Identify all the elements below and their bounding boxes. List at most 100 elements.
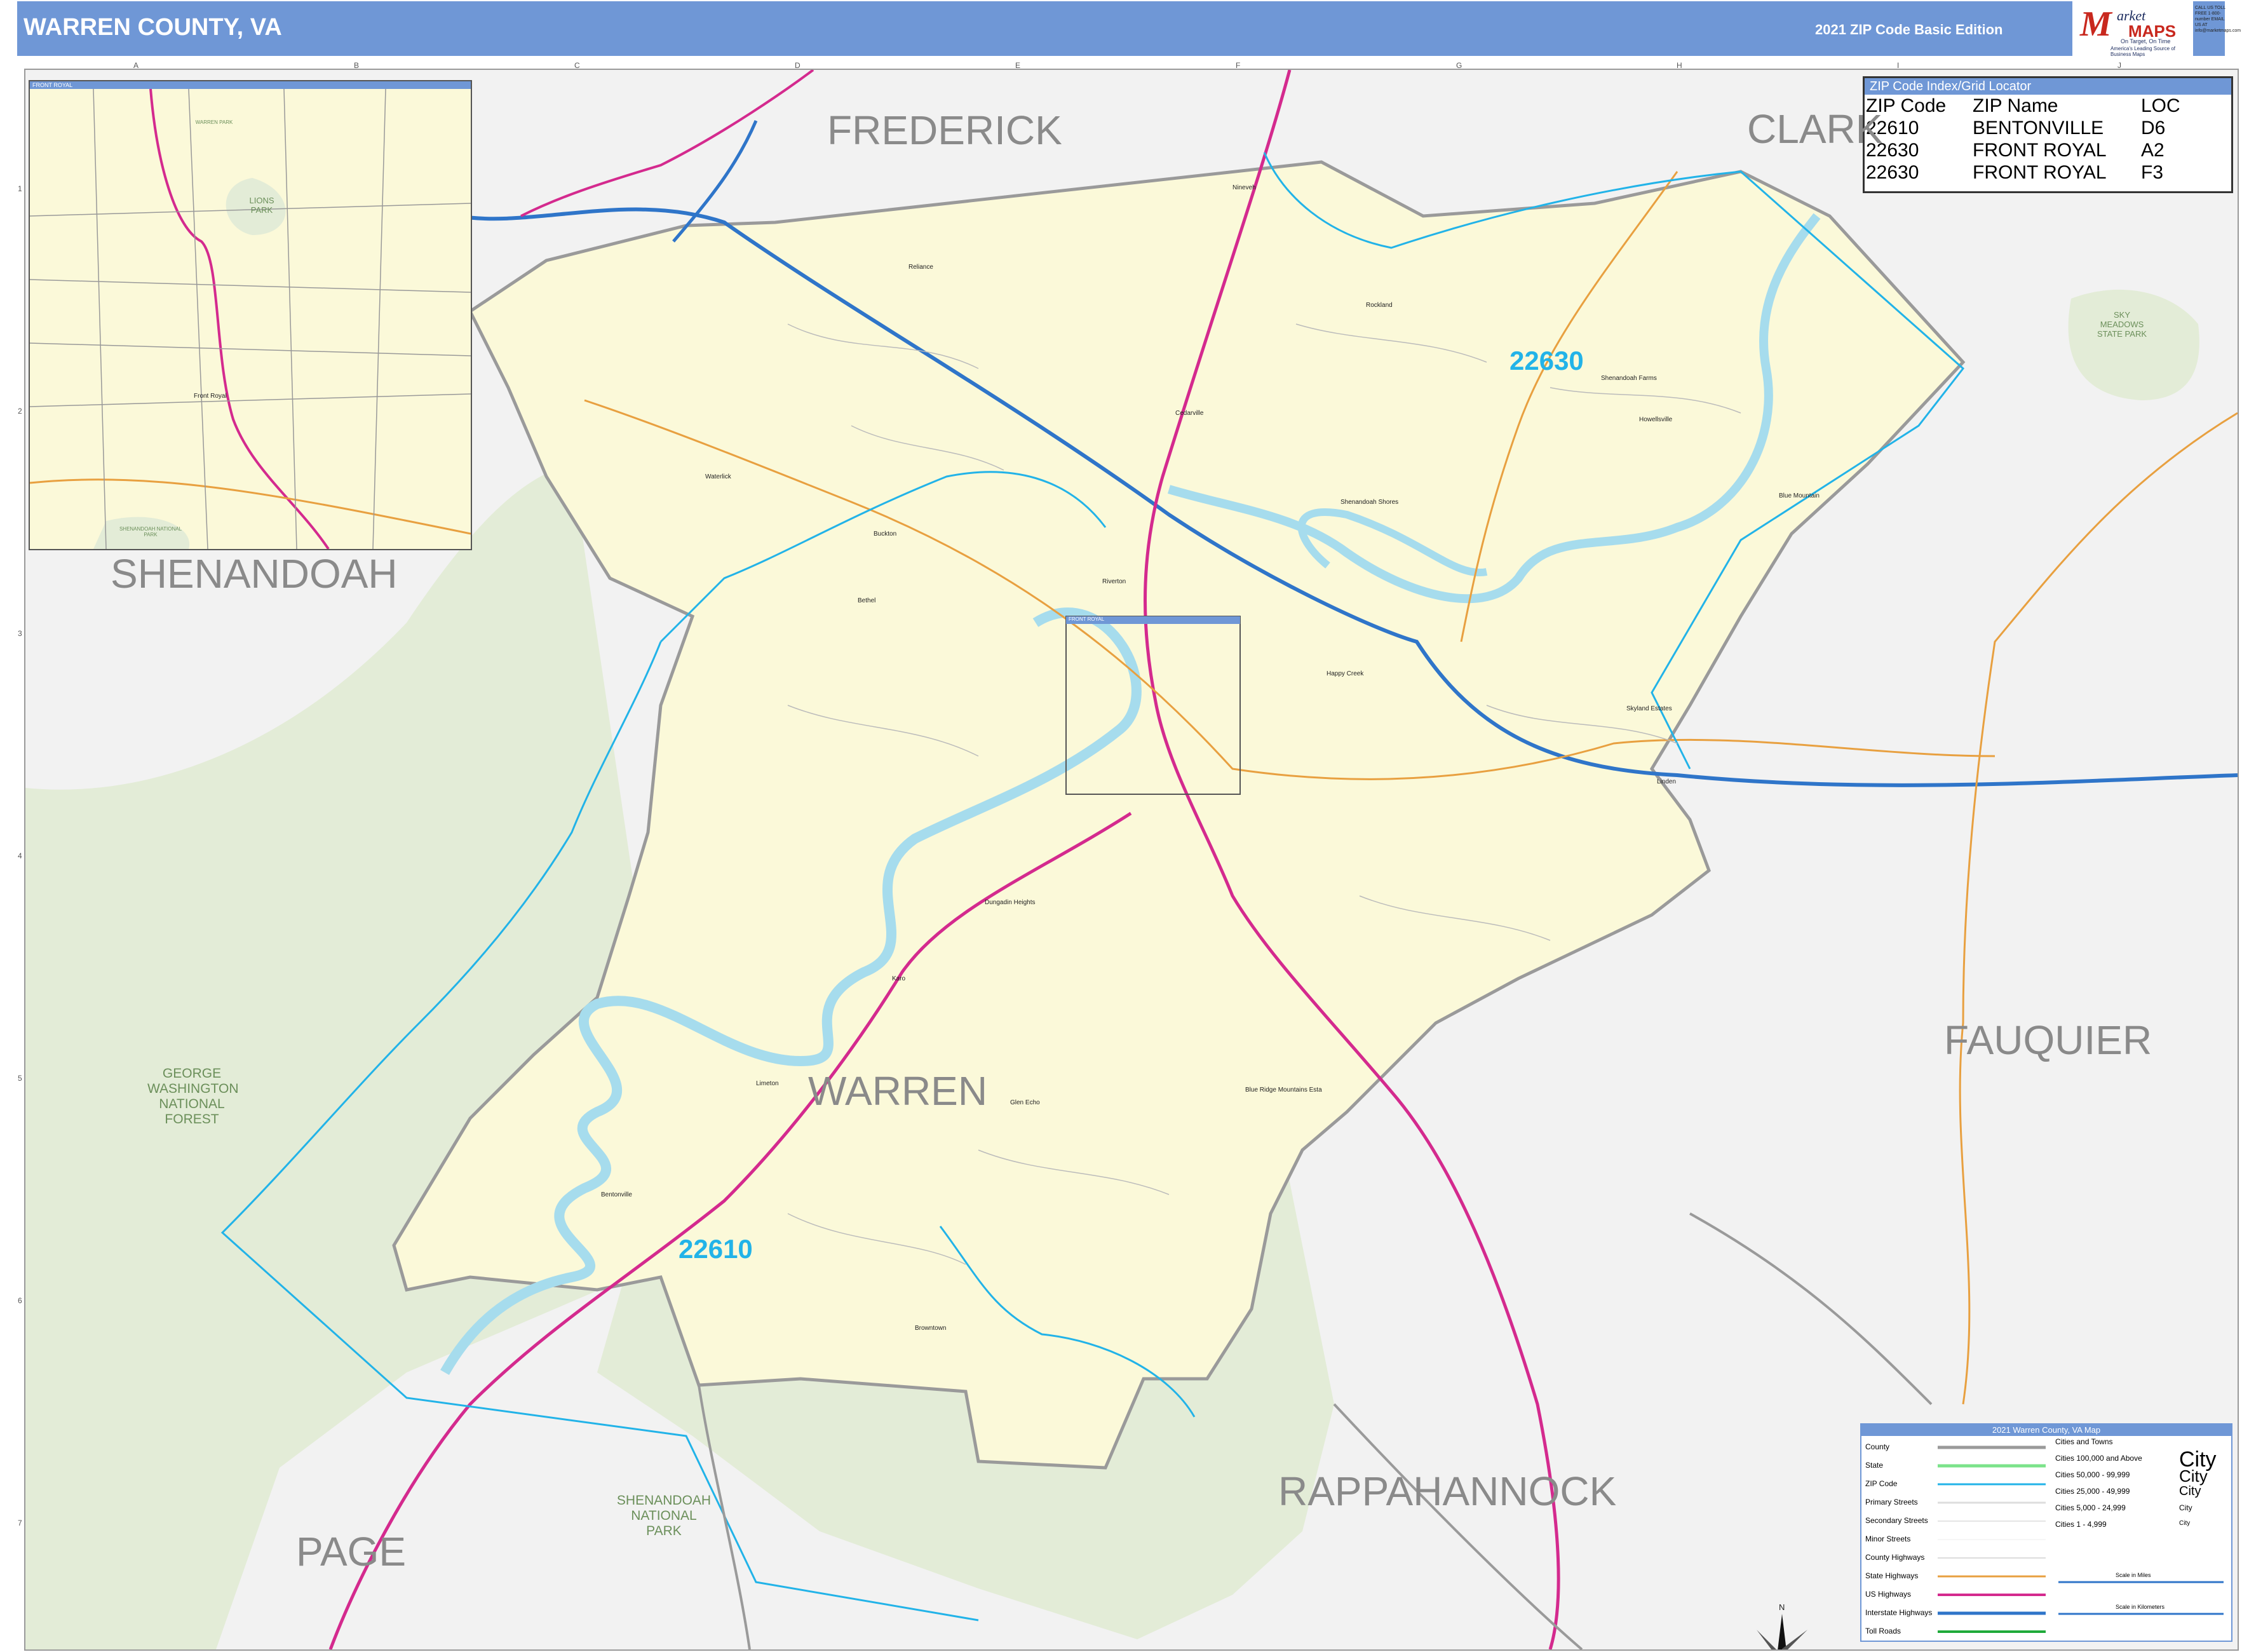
town-blue-ridge-mountains-estates: Blue Ridge Mountains Esta <box>1245 1087 1322 1093</box>
park-label-gwnf: GEORGE WASHINGTON NATIONAL FOREST <box>147 1066 239 1127</box>
town-buckton: Buckton <box>874 531 897 538</box>
zip-index-zip: 22630 <box>1866 162 1919 183</box>
zip-index-loc: F3 <box>2141 162 2164 183</box>
town-rockland: Rockland <box>1366 302 1393 309</box>
us-highway-north-line <box>520 70 814 217</box>
grid-col-i: I <box>1897 61 1900 70</box>
inset-title: FRONT ROYAL <box>30 81 471 89</box>
town-skyland-estates: Skyland Estates <box>1626 705 1672 712</box>
logo-tagline: On Target, On Time <box>2121 38 2171 44</box>
town-karo: Karo <box>892 975 906 982</box>
legend-city-class: Cities 1 - 4,999 <box>2055 1520 2107 1529</box>
legend-city-sample: City <box>2179 1466 2208 1486</box>
town-happy-creek: Happy Creek <box>1327 670 1364 677</box>
legend-city-sample: City <box>2179 1520 2191 1527</box>
grid-row-1: 1 <box>18 184 22 193</box>
inset-lions-park-label: LIONS PARK <box>249 196 274 215</box>
zip-index-row: 22630 FRONT ROYAL A2 <box>1865 139 2231 161</box>
map-edition: 2021 ZIP Code Basic Edition <box>1815 22 2003 37</box>
map-title: WARREN COUNTY, VA <box>24 14 282 41</box>
legend-scale-km: Scale in Kilometers <box>2116 1604 2165 1610</box>
inset-shenandoah-park-label: SHENANDOAH NATIONAL PARK <box>119 526 182 538</box>
grid-row-5: 5 <box>18 1074 22 1083</box>
locator-box-title: FRONT ROYAL <box>1069 616 1105 622</box>
county-label-fauquier: FAUQUIER <box>1944 1017 2152 1063</box>
county-label-rappahannock: RAPPAHANNOCK <box>1278 1468 1617 1514</box>
town-blue-mountain: Blue Mountain <box>1779 492 1820 499</box>
map-frame[interactable]: FRONT ROYAL LIONS PARK WARREN PARK Front… <box>24 69 2239 1651</box>
front-royal-inset-map[interactable]: FRONT ROYAL LIONS PARK WARREN PARK Front… <box>29 80 472 550</box>
park-label-snp: SHENANDOAH NATIONAL PARK <box>616 1493 712 1538</box>
zip-code-index: ZIP Code Index/Grid Locator ZIP Code ZIP… <box>1863 76 2233 193</box>
town-limeton: Limeton <box>756 1080 779 1087</box>
town-howellsville: Howellsville <box>1639 416 1673 423</box>
town-browntown: Browntown <box>915 1325 947 1332</box>
grid-col-j: J <box>2117 61 2121 70</box>
legend-city-class: Cities 100,000 and Above <box>2055 1454 2142 1463</box>
grid-col-h: H <box>1677 61 1682 70</box>
compass-n: N <box>1779 1602 1785 1612</box>
zip-index-title: ZIP Code Index/Grid Locator <box>1865 78 2231 95</box>
town-riverton: Riverton <box>1102 578 1126 585</box>
state-highway-east-line <box>1959 412 2238 1405</box>
inset-warren-park-label: WARREN PARK <box>195 119 233 125</box>
town-glen-echo: Glen Echo <box>1010 1099 1040 1106</box>
legend-cities-title: Cities and Towns <box>2055 1437 2113 1446</box>
county-label-warren: WARREN <box>808 1068 988 1114</box>
park-label-sky-meadows: SKY MEADOWS STATE PARK <box>2097 310 2147 339</box>
town-linden: Linden <box>1657 778 1677 785</box>
town-reliance: Reliance <box>908 264 933 271</box>
zip-index-name: FRONT ROYAL <box>1973 140 2107 161</box>
zip-index-loc: A2 <box>2141 140 2164 161</box>
county-label-shenandoah: SHENANDOAH <box>111 551 398 597</box>
inset-us-highway-line <box>149 89 330 549</box>
legend-scale-miles: Scale in Miles <box>2116 1572 2151 1578</box>
town-shenandoah-farms: Shenandoah Farms <box>1601 375 1657 382</box>
zip-index-header-row: ZIP Code ZIP Name LOC <box>1865 95 2231 117</box>
legend-city-class: Cities 25,000 - 49,999 <box>2055 1487 2130 1496</box>
town-bethel: Bethel <box>858 597 876 604</box>
zip-label-22610: 22610 <box>679 1234 753 1264</box>
sky-meadows-area <box>2068 289 2199 400</box>
legend-swatches <box>1938 1446 2224 1633</box>
county-label-clarke: CLARK <box>1747 106 1883 152</box>
grid-col-c: C <box>574 61 580 70</box>
zip-index-col-name: ZIP Name <box>1973 95 2058 116</box>
legend-city-sample: City <box>2179 1503 2192 1512</box>
zip-label-22630: 22630 <box>1509 346 1584 376</box>
inset-front-royal-label: Front Royal <box>194 393 227 400</box>
grid-row-7: 7 <box>18 1519 22 1527</box>
zip-index-name: FRONT ROYAL <box>1973 162 2107 183</box>
county-label-frederick: FREDERICK <box>827 107 1062 153</box>
grid-col-d: D <box>795 61 800 70</box>
map-legend: 2021 Warren County, VA Map County State … <box>1860 1423 2232 1642</box>
zip-index-col-loc: LOC <box>2141 95 2180 116</box>
grid-col-a: A <box>133 61 139 70</box>
grid-row-4: 4 <box>18 851 22 860</box>
grid-row-6: 6 <box>18 1296 22 1305</box>
market-maps-logo[interactable]: M arket MAPS On Target, On Time America'… <box>2072 1 2193 57</box>
town-dungadin-heights: Dungadin Heights <box>985 899 1036 906</box>
compass-rose-icon <box>1757 1614 1807 1649</box>
town-bentonville: Bentonville <box>601 1191 632 1198</box>
grid-col-e: E <box>1015 61 1021 70</box>
zip-index-row: 22630 FRONT ROYAL F3 <box>1865 161 2231 184</box>
grid-col-f: F <box>1236 61 1241 70</box>
town-cedarville: Cedarville <box>1175 410 1204 417</box>
zip-index-loc: D6 <box>2141 118 2166 139</box>
inset-canvas <box>30 89 471 549</box>
county-label-page: PAGE <box>296 1529 407 1574</box>
zip-index-row: 22610 BENTONVILLE D6 <box>1865 117 2231 139</box>
grid-row-2: 2 <box>18 407 22 416</box>
inset-state-highway-line <box>30 478 471 535</box>
logo-contact: CALL US TOLL FREE 1-800-number EMAIL US … <box>2195 6 2241 33</box>
town-nineveh: Nineveh <box>1232 184 1256 191</box>
legend-city-class: Cities 50,000 - 99,999 <box>2055 1470 2130 1479</box>
town-shenandoah-shores: Shenandoah Shores <box>1340 499 1399 506</box>
logo-m-icon: M <box>2080 4 2112 44</box>
title-bar: WARREN COUNTY, VA 2021 ZIP Code Basic Ed… <box>17 1 2225 56</box>
legend-city-class: Cities 5,000 - 24,999 <box>2055 1503 2126 1512</box>
grid-col-g: G <box>1456 61 1462 70</box>
grid-row-3: 3 <box>18 629 22 638</box>
legend-city-sample: City <box>2179 1484 2201 1498</box>
